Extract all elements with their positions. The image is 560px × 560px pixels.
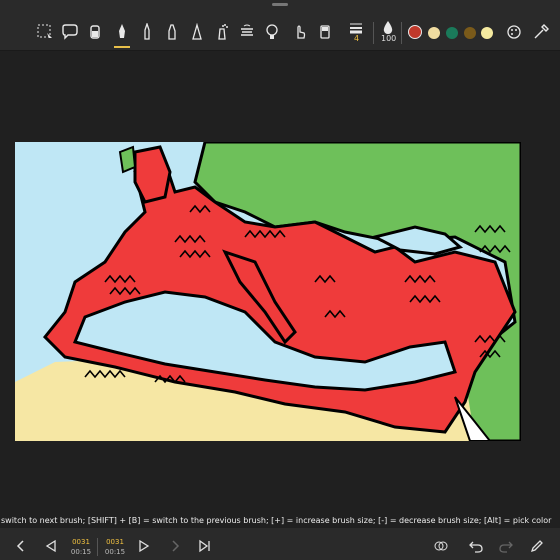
color-swatch[interactable] [428,27,440,39]
frame-counter-b: 0031 00:15 [103,537,127,557]
color-swatch[interactable] [446,27,458,39]
airbrush-icon[interactable] [211,20,233,44]
brush-size-value: 4 [354,34,360,43]
light-bulb-icon[interactable] [261,20,283,44]
frame-number: 0031 [72,538,90,546]
pencil-icon[interactable] [136,20,158,44]
map-drawing[interactable] [15,142,521,441]
undo-icon[interactable] [468,538,484,554]
divider [97,538,98,556]
eraser-icon[interactable] [314,20,336,44]
frame-number: 0031 [106,538,124,546]
drag-handle[interactable] [272,3,288,6]
stamp-icon[interactable] [236,20,258,44]
ink-pen-icon[interactable] [111,20,133,48]
frame-time: 00:15 [104,548,126,556]
finger-smudge-icon[interactable] [289,20,311,44]
previous-frame-icon[interactable] [43,538,59,554]
chevron-left-icon[interactable] [13,538,29,554]
shortcut-hint: switch to next brush; [SHIFT] + [B] = sw… [1,516,552,525]
divider [401,22,402,44]
redo-icon[interactable] [498,538,514,554]
top-toolbar: 4 100 [0,0,560,51]
speech-bubble-icon[interactable] [59,20,81,44]
opacity-value: 100 [381,34,397,43]
color-swatch[interactable] [481,27,493,39]
eyedropper-icon[interactable] [530,20,552,44]
divider [373,22,374,44]
play-icon[interactable] [136,538,152,554]
onion-skin-icon[interactable] [433,538,449,554]
last-frame-icon[interactable] [197,538,213,554]
lasso-select-icon[interactable] [34,20,56,44]
calligraphy-pen-icon[interactable] [186,20,208,44]
frame-counter-a: 0031 00:15 [69,537,93,557]
color-swatch[interactable] [464,27,476,39]
frame-time: 00:15 [70,548,92,556]
bucket-icon[interactable] [84,20,106,44]
timeline-bar: 0031 00:15 0031 00:15 [0,528,560,560]
marker-icon[interactable] [161,20,183,44]
palette-icon[interactable] [503,20,525,44]
color-swatch-active[interactable] [408,25,422,39]
chevron-right-icon[interactable] [167,538,183,554]
pen-edit-icon[interactable] [529,538,545,554]
